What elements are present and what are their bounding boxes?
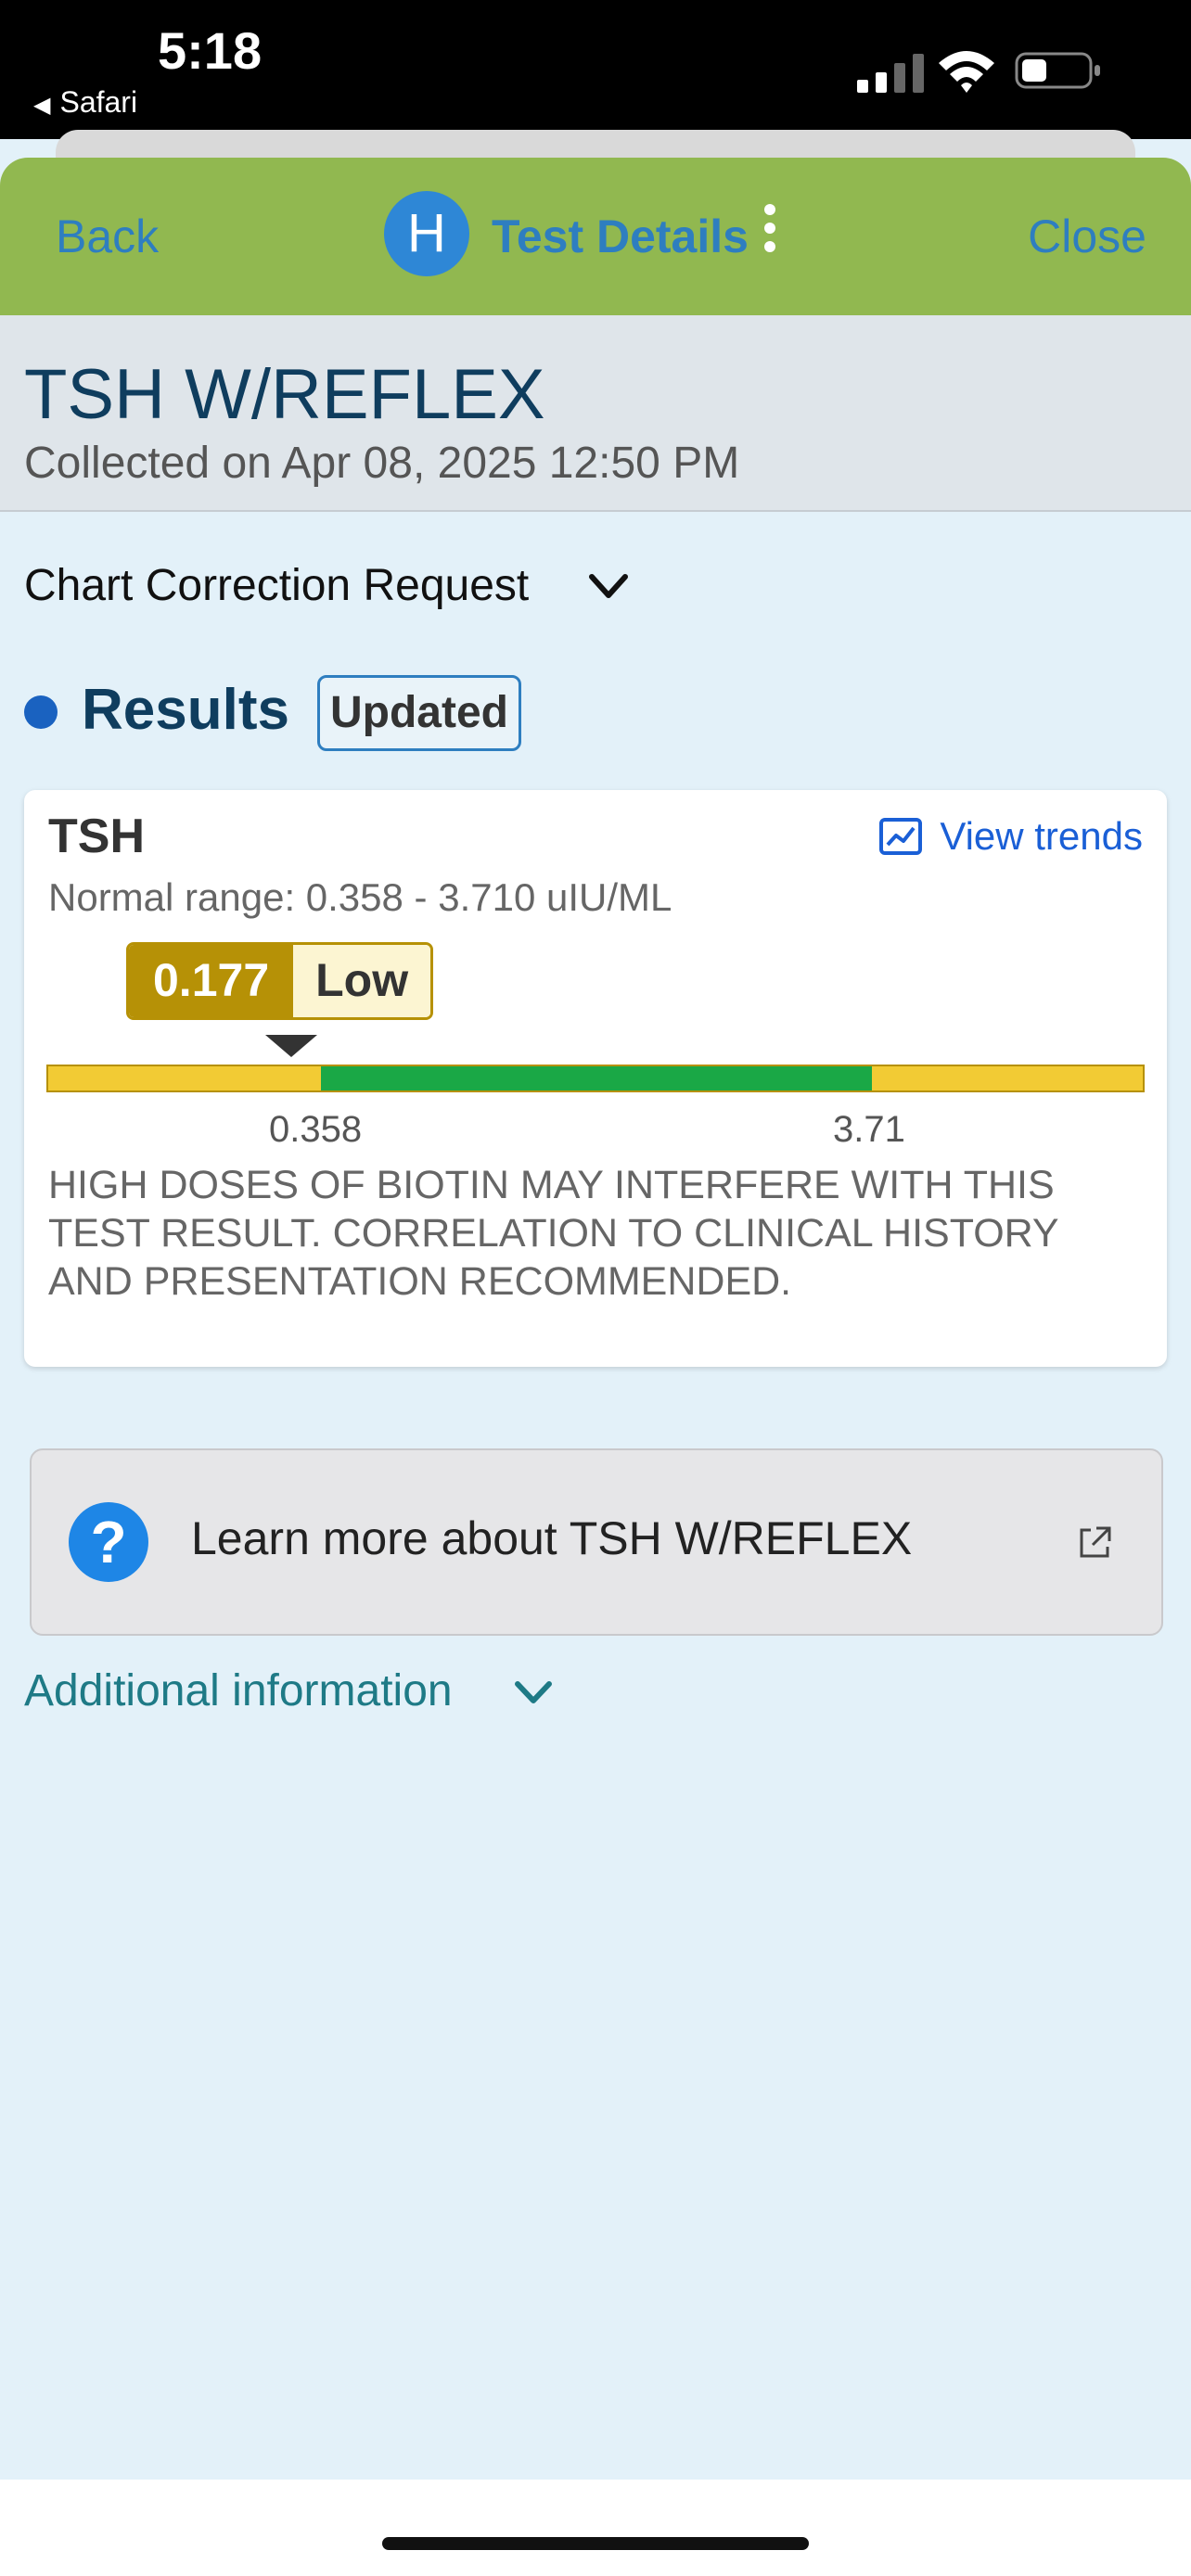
chevron-down-icon[interactable] <box>512 1678 555 1708</box>
range-bar <box>46 1065 1145 1092</box>
bottom-safe-area <box>0 2480 1191 2576</box>
trend-chart-icon <box>879 818 923 855</box>
clock: 5:18 <box>158 21 263 80</box>
result-comment: HIGH DOSES OF BIOTIN MAY INTERFERE WITH … <box>48 1163 1058 1304</box>
back-to-safari-link[interactable]: ◀ Safari <box>33 85 137 120</box>
learn-more-button[interactable]: ? Learn more about TSH W/REFLEX <box>30 1448 1163 1636</box>
close-button[interactable]: Close <box>1028 210 1146 263</box>
result-flag: Low <box>293 945 431 1017</box>
avatar[interactable]: H <box>384 191 469 276</box>
cellular-signal-icon <box>857 54 924 93</box>
range-segment-low <box>48 1066 321 1090</box>
chart-correction-request-toggle[interactable]: Chart Correction Request <box>24 560 529 611</box>
back-button[interactable]: Back <box>56 210 159 263</box>
test-name: TSH <box>48 810 145 863</box>
back-app-label: Safari <box>59 85 138 119</box>
external-link-icon <box>1080 1526 1111 1558</box>
back-triangle-icon: ◀ <box>33 93 51 118</box>
normal-range: Normal range: 0.358 - 3.710 uIU/ML <box>48 875 672 919</box>
wifi-icon <box>939 51 994 93</box>
nav-title: Test Details <box>492 210 749 262</box>
help-icon: ? <box>69 1502 148 1582</box>
results-heading: Results <box>82 678 289 742</box>
page-title: TSH W/REFLEX <box>24 355 545 434</box>
collected-date: Collected on Apr 08, 2025 12:50 PM <box>24 439 740 488</box>
additional-information-toggle[interactable]: Additional information <box>24 1665 453 1716</box>
range-low-label: 0.358 <box>269 1109 363 1150</box>
navigation-bar: Back H Test Details Close <box>0 158 1191 315</box>
updated-badge: Updated <box>317 675 521 751</box>
range-segment-high <box>872 1066 1143 1090</box>
range-segment-normal <box>321 1066 872 1090</box>
learn-more-label: Learn more about TSH W/REFLEX <box>191 1512 913 1564</box>
status-bar: 5:18 ◀ Safari <box>0 0 1191 139</box>
more-options-icon[interactable] <box>751 197 788 271</box>
result-card: TSH View trends Normal range: 0.358 - 3.… <box>24 790 1167 1367</box>
view-trends-link[interactable]: View trends <box>878 814 1143 859</box>
result-value-pill: 0.177 Low <box>126 942 434 1020</box>
home-indicator[interactable] <box>382 2537 809 2550</box>
value-pointer-icon <box>265 1035 317 1057</box>
test-header: TSH W/REFLEX Collected on Apr 08, 2025 1… <box>0 315 1191 512</box>
chevron-down-icon[interactable] <box>586 569 631 603</box>
view-trends-label: View trends <box>940 814 1143 858</box>
range-high-label: 3.71 <box>833 1109 905 1150</box>
battery-icon <box>1015 52 1100 89</box>
result-value: 0.177 <box>129 945 294 1017</box>
results-status-dot <box>24 695 58 729</box>
